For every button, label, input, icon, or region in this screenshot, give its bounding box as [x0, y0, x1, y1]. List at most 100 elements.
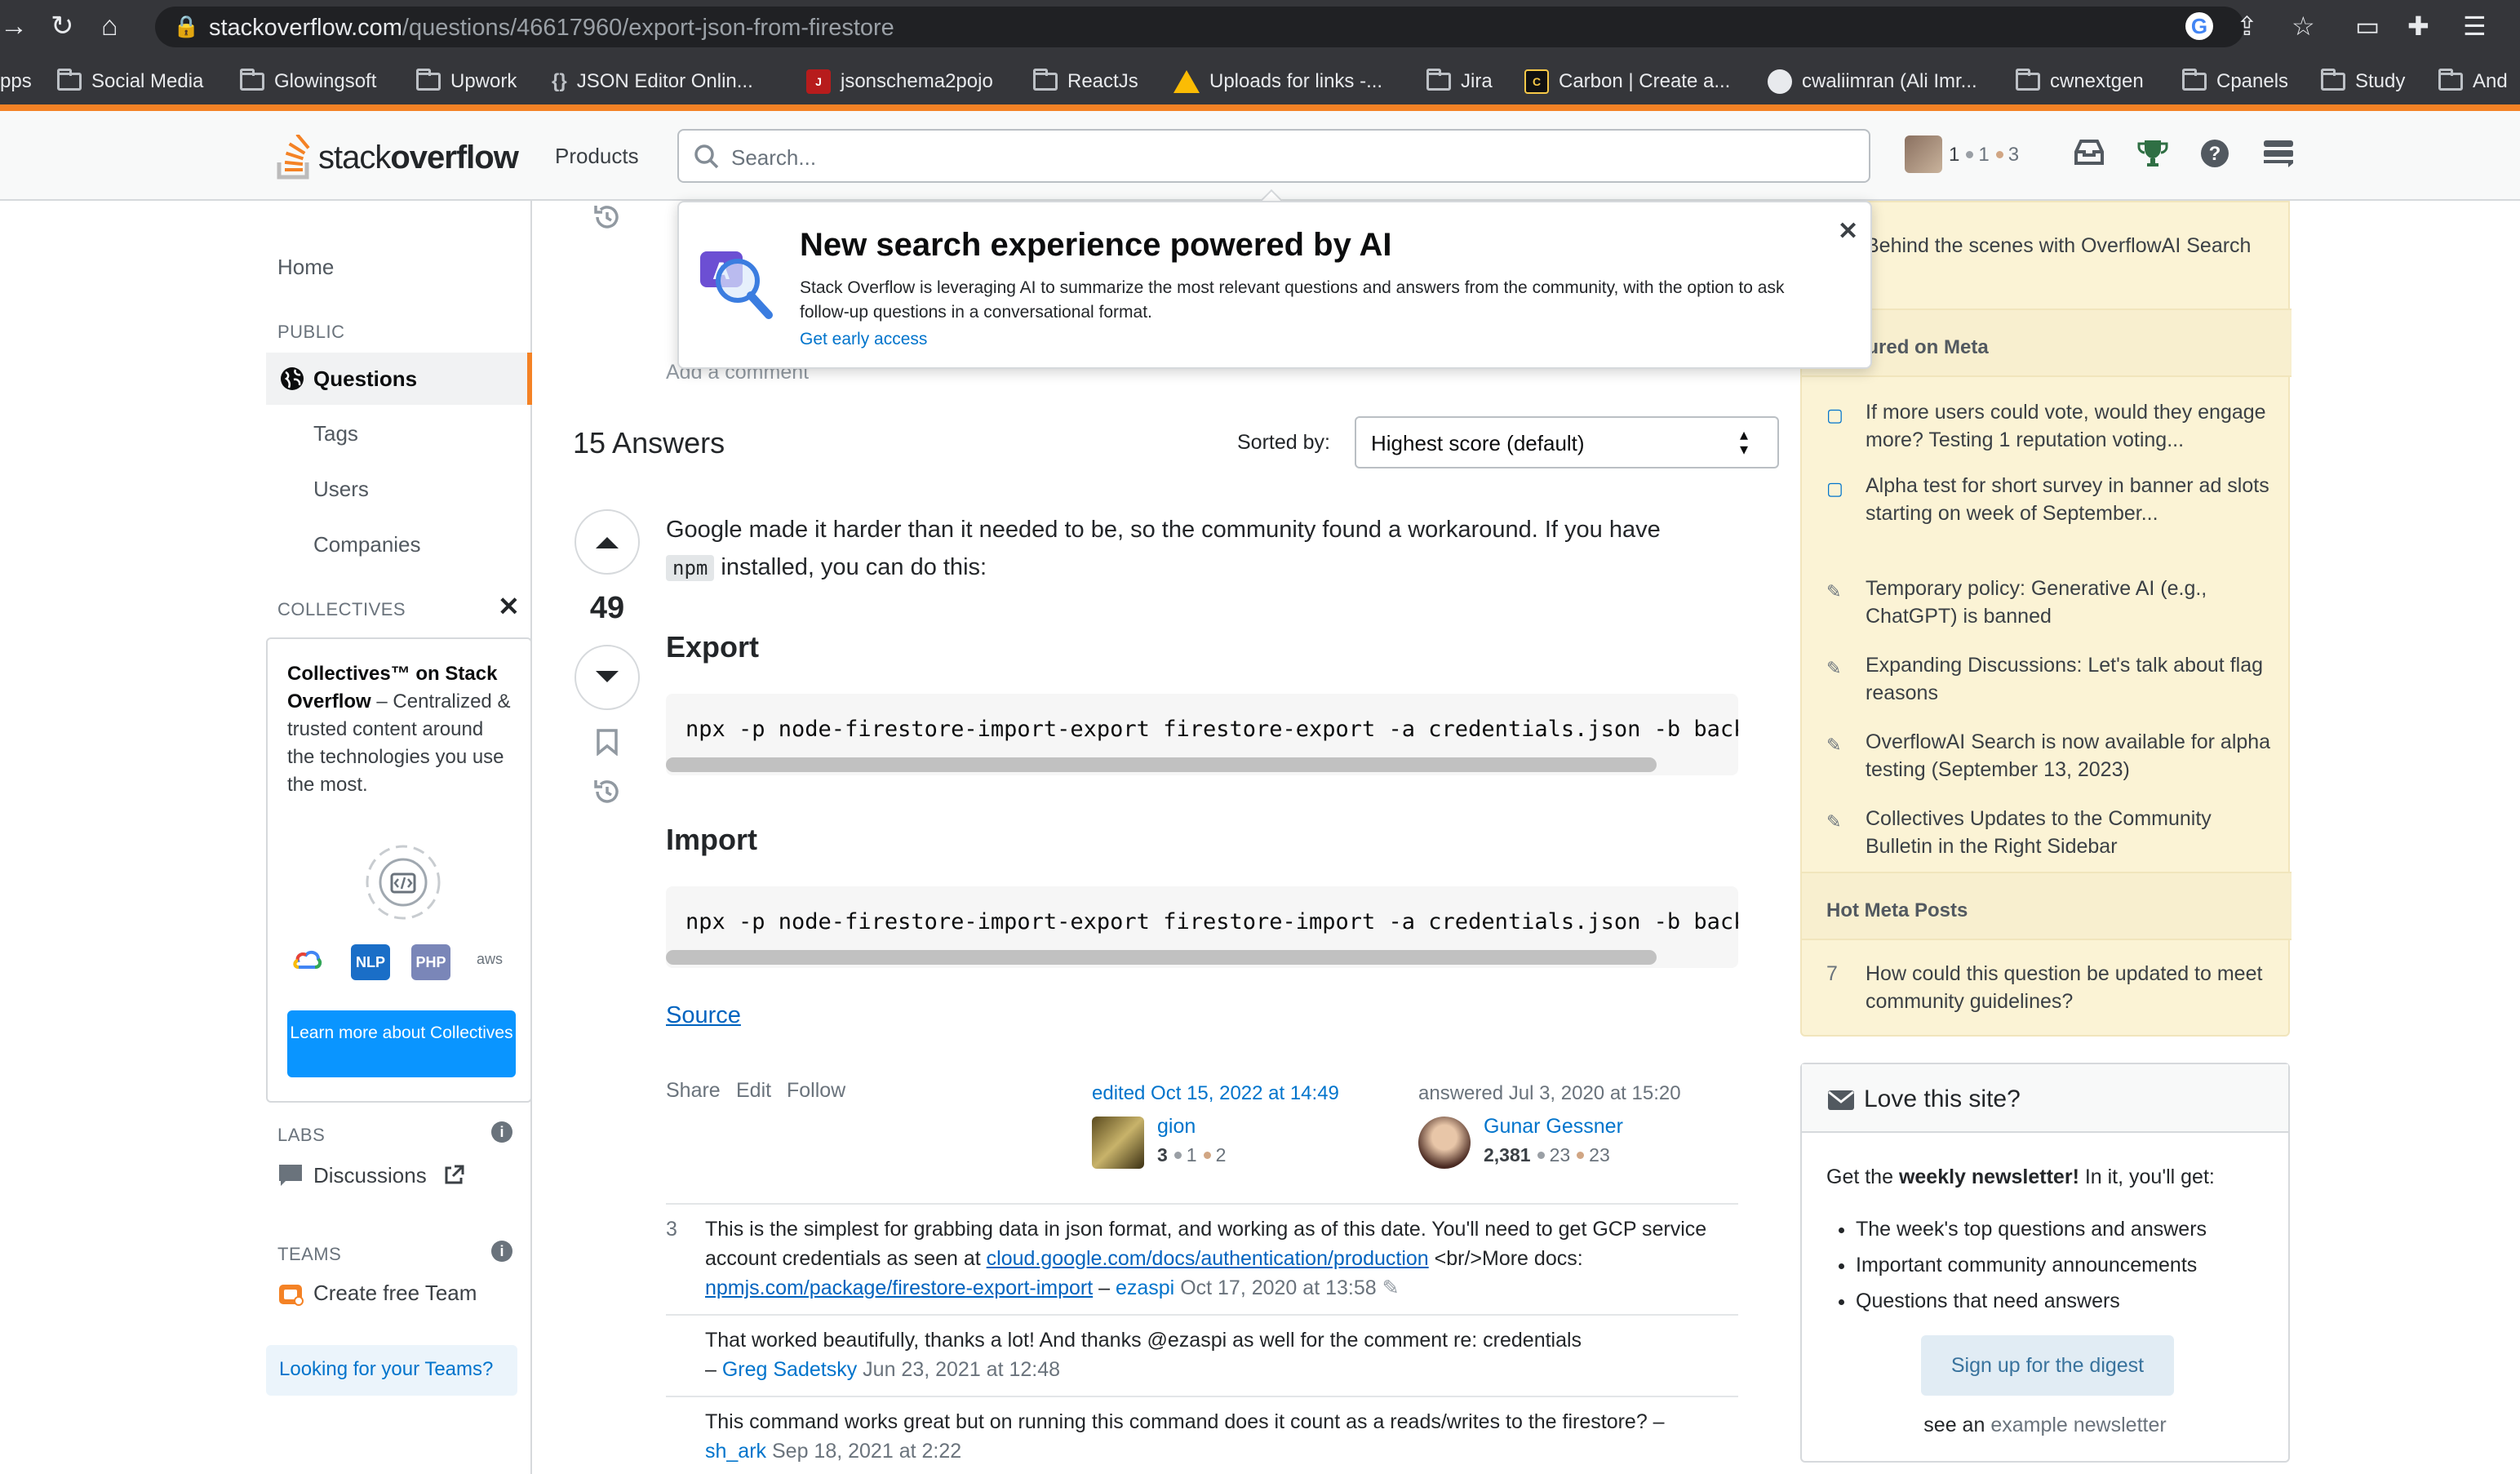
author-avatar[interactable] [1418, 1117, 1471, 1169]
back-arrow-icon[interactable]: → [0, 8, 28, 44]
select-caret-icon: ▴ ▾ [1740, 426, 1749, 459]
bookmark-item[interactable]: Upwork [416, 65, 517, 98]
bookmark-item[interactable]: cwnextgen [2016, 65, 2144, 98]
nav-home[interactable]: Home [277, 255, 334, 280]
bookmark-item[interactable]: And [2438, 65, 2508, 98]
sorted-by-label: Sorted by: [1237, 431, 1330, 454]
speech-icon: ▢ [1826, 478, 1843, 499]
bookmark-item[interactable]: Uploads for links -... [1173, 65, 1382, 98]
import-code-scrollbar[interactable] [666, 950, 1657, 965]
comment-link-gcp[interactable]: cloud.google.com/docs/authentication/pro… [987, 1247, 1429, 1270]
comment-date[interactable]: Sep 18, 2021 at 2:22 [772, 1440, 961, 1463]
nav-section-collectives: COLLECTIVES [277, 599, 406, 619]
pencil-icon: ✎ [1826, 658, 1842, 678]
bookmark-label: Glowingsoft [274, 70, 377, 92]
editor-name[interactable]: gion [1157, 1115, 1196, 1139]
reading-list-icon[interactable]: ☰ [2463, 10, 2487, 42]
sign-up-digest-button[interactable]: Sign up for the digest [1921, 1335, 2174, 1396]
author-name[interactable]: Gunar Gessner [1484, 1115, 1623, 1139]
comment-date[interactable]: Oct 17, 2020 at 13:58 [1180, 1276, 1376, 1299]
reload-icon[interactable]: ↻ [51, 8, 74, 44]
bookmark-item[interactable]: cwaliimran (Ali Imr... [1768, 65, 1977, 98]
downvote-button[interactable] [575, 645, 640, 710]
source-link[interactable]: Source [666, 1002, 741, 1029]
bookmark-item[interactable]: Study [2321, 65, 2405, 98]
featured-meta-text: If more users could vote, would they eng… [1866, 401, 2266, 451]
bookmark-item[interactable]: {} JSON Editor Onlin... [552, 65, 753, 98]
bookmark-item[interactable]: Cpanels [2182, 65, 2288, 98]
nav-section-labs: LABS [277, 1125, 326, 1145]
help-icon[interactable]: ? [2200, 139, 2229, 175]
comment-user[interactable]: Greg Sadetsky [722, 1358, 857, 1381]
inbox-icon[interactable] [2073, 139, 2105, 174]
export-code-scrollbar[interactable] [666, 757, 1657, 772]
lock-icon: 🔒 [173, 14, 200, 38]
bronze-badge-icon [1203, 1152, 1211, 1159]
site-switcher-icon[interactable] [2262, 139, 2295, 175]
create-free-team-link[interactable]: Create free Team [277, 1276, 477, 1309]
user-avatar[interactable] [1905, 135, 1942, 173]
comment-link-npm[interactable]: npmjs.com/package/firestore-export-impor… [705, 1276, 1093, 1299]
upvote-button[interactable] [575, 509, 640, 575]
google-icon[interactable]: G [2185, 12, 2213, 40]
nav-users[interactable]: Users [313, 477, 369, 502]
bookmark-icon[interactable] [596, 728, 619, 756]
newsletter-heading: Love this site? [1802, 1064, 2288, 1133]
answer-score: 49 [589, 591, 625, 625]
share-icon[interactable]: ⇪ [2236, 10, 2258, 42]
picture-in-picture-icon[interactable]: ▭ [2355, 10, 2380, 42]
teams-info-icon[interactable]: i [491, 1241, 512, 1262]
nav-discussions[interactable]: Discussions [277, 1159, 464, 1192]
bookmark-item[interactable]: Social Media [57, 65, 203, 98]
edited-timestamp[interactable]: edited Oct 15, 2022 at 14:49 [1092, 1082, 1339, 1105]
search-icon [694, 144, 719, 169]
ai-search-illustration-icon: A [700, 251, 773, 319]
comment-date[interactable]: Jun 23, 2021 at 12:48 [863, 1358, 1060, 1381]
bookmark-item[interactable]: C Carbon | Create a... [1524, 65, 1730, 98]
nav-questions[interactable]: Questions [266, 353, 532, 405]
sort-select[interactable]: Highest score (default) ▴ ▾ [1355, 416, 1779, 468]
collective-badge-nlp[interactable]: NLP [351, 944, 390, 980]
nav-tags[interactable]: Tags [313, 421, 358, 446]
close-collectives-icon[interactable]: ✕ [498, 591, 520, 622]
edit-link[interactable]: Edit [736, 1079, 771, 1103]
bookmark-label: cwaliimran (Ali Imr... [1802, 70, 1977, 92]
user-reputation[interactable]: 113 [1949, 144, 2019, 166]
editor-avatar[interactable] [1092, 1117, 1144, 1169]
bookmark-item[interactable]: Jjsonschema2pojo [806, 65, 993, 98]
silver-badge-icon [1966, 151, 1974, 158]
collective-badge-php[interactable]: PHP [411, 944, 450, 980]
nav-companies[interactable]: Companies [313, 532, 421, 557]
search-input[interactable]: Search... [677, 129, 1870, 183]
looking-for-teams-link[interactable]: Looking for your Teams? [266, 1345, 517, 1396]
home-icon[interactable]: ⌂ [101, 8, 118, 44]
comment-user[interactable]: ezaspi [1116, 1276, 1174, 1299]
close-popup-icon[interactable]: ✕ [1838, 217, 1858, 246]
example-newsletter-link[interactable]: example newsletter [1990, 1414, 2166, 1436]
get-early-access-link[interactable]: Get early access [800, 330, 927, 349]
follow-link[interactable]: Follow [787, 1079, 845, 1103]
newsletter-widget: Love this site? Get the weekly newslette… [1800, 1063, 2290, 1463]
collective-badge-aws[interactable]: aws [477, 951, 503, 968]
share-link[interactable]: Share [666, 1079, 721, 1103]
bookmark-item[interactable]: pps [0, 65, 32, 98]
extensions-icon[interactable]: ✚ [2407, 10, 2429, 42]
bookmark-item[interactable]: ReactJs [1033, 65, 1138, 98]
products-link[interactable]: Products [555, 144, 639, 169]
down-arrow-icon [596, 671, 619, 682]
bookmark-star-icon[interactable]: ☆ [2292, 10, 2315, 42]
address-bar[interactable]: 🔒 stackoverflow.com/questions/46617960/e… [155, 7, 2244, 47]
popup-body: Stack Overflow is leveraging AI to summa… [800, 278, 1785, 322]
bookmark-item[interactable]: Jira [1426, 65, 1493, 98]
labs-info-icon[interactable]: i [491, 1121, 512, 1143]
learn-more-collectives-button[interactable]: Learn more about Collectives [287, 1010, 516, 1077]
svg-text:?: ? [2209, 143, 2221, 165]
featured-meta-text: Expanding Discussions: Let's talk about … [1866, 654, 2263, 704]
bookmark-item[interactable]: Glowingsoft [240, 65, 376, 98]
folder-icon [2016, 69, 2040, 91]
question-history-icon[interactable] [591, 201, 623, 233]
achievements-trophy-icon[interactable] [2136, 139, 2169, 175]
answer-history-icon[interactable] [591, 775, 623, 808]
stackoverflow-logo[interactable]: stackoverflow [276, 129, 519, 186]
comment-user[interactable]: sh_ark [705, 1440, 766, 1463]
